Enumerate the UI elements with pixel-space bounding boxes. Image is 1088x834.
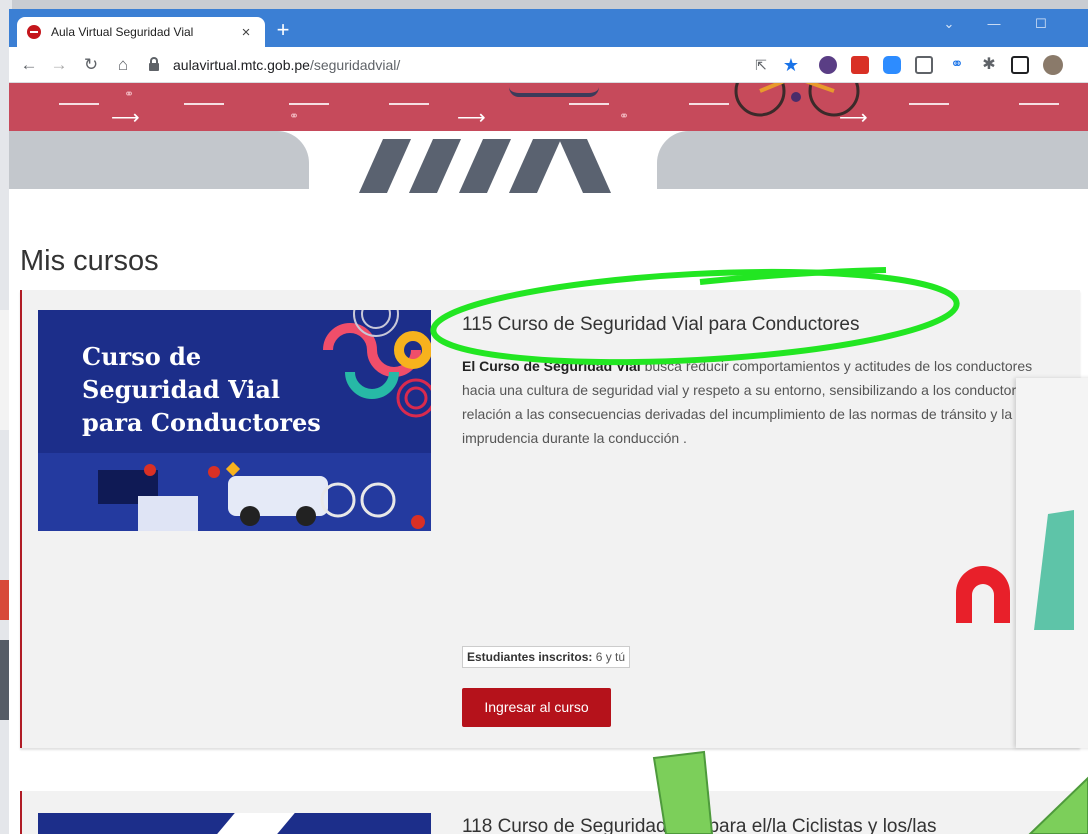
star-icon[interactable]: ★ <box>779 53 803 77</box>
cyclist-illustration <box>734 83 860 117</box>
address-bar[interactable]: aulavirtual.mtc.gob.pe/seguridadvial/ <box>149 51 749 79</box>
zoom-icon[interactable] <box>883 56 901 74</box>
sidebar-icon[interactable] <box>1011 56 1029 74</box>
enrolled-students-badge: Estudiantes inscritos: 6 y tú <box>462 646 631 668</box>
close-tab-icon[interactable]: × <box>237 24 255 41</box>
home-icon[interactable]: ⌂ <box>111 53 135 77</box>
extension-icon[interactable] <box>819 56 837 74</box>
profile-avatar[interactable] <box>1043 55 1063 75</box>
teal-shape-decoration <box>1034 510 1074 630</box>
course-title-link[interactable]: 115 Curso de Seguridad Vial para Conduct… <box>462 314 860 336</box>
enter-course-button[interactable]: Ingresar al curso <box>462 688 611 727</box>
bike-symbol-icon: ⚭ <box>289 109 300 123</box>
lane-dash <box>1019 103 1059 105</box>
tab-title: Aula Virtual Seguridad Vial <box>51 25 194 39</box>
thumbnail-title: Curso de Seguridad Vial para Conductores <box>82 340 321 439</box>
course-card: 118 Curso de Seguridad Vial para el/la C… <box>20 791 1080 834</box>
enrolled-label: Estudiantes inscritos: <box>467 650 593 664</box>
browser-toolbar: ← → ↻ ⌂ aulavirtual.mtc.gob.pe/seguridad… <box>9 47 1088 83</box>
lane-dash <box>289 103 329 105</box>
pdf-icon[interactable] <box>851 56 869 74</box>
screenshot: Aula Virtual Seguridad Vial × + ⌄ — ☐ ← … <box>0 0 1088 834</box>
tab-search-icon[interactable]: ⌄ <box>929 16 969 32</box>
forward-arrow-icon[interactable]: → <box>47 53 71 77</box>
puzzle-icon[interactable]: ✱ <box>977 53 1001 77</box>
tab-strip: Aula Virtual Seguridad Vial × + ⌄ — ☐ <box>9 9 1088 47</box>
lane-dash <box>389 103 429 105</box>
course-title-link[interactable]: 118 Curso de Seguridad Vial para el/la C… <box>462 816 937 834</box>
lane-dash <box>909 103 949 105</box>
site-favicon-icon <box>27 25 41 39</box>
thumbnail-title-line: para Conductores <box>82 408 321 437</box>
url-host: aulavirtual.mtc.gob.pe <box>173 57 310 73</box>
lane-arrow-icon: ⟶ <box>457 107 486 129</box>
new-tab-button[interactable]: + <box>271 19 295 43</box>
lane-arrow-icon: ⟶ <box>111 107 140 129</box>
car-illustration <box>509 83 599 97</box>
sidewalk <box>9 131 309 189</box>
maximize-icon[interactable]: ☐ <box>1021 16 1061 32</box>
lane-dash <box>59 103 99 105</box>
course-description: El Curso de Seguridad Vial busca reducir… <box>462 354 1062 450</box>
enrolled-value: 6 y tú <box>592 650 626 664</box>
course-thumbnail[interactable] <box>38 813 431 834</box>
thumbnail-title-line: Curso de <box>82 342 202 371</box>
road-banner-illustration: ⟶ ⟶ ⟶ ⚭ ⚭ ⚭ <box>9 83 1088 193</box>
course-card: Curso de Seguridad Vial para Conductores… <box>20 290 1080 748</box>
lane-dash <box>569 103 609 105</box>
course-thumbnail[interactable]: Curso de Seguridad Vial para Conductores <box>38 310 431 531</box>
link-icon[interactable]: ⚭ <box>945 53 969 77</box>
lock-icon <box>149 57 159 71</box>
bike-symbol-icon: ⚭ <box>619 109 630 123</box>
sidewalk <box>657 131 1088 189</box>
browser-tab[interactable]: Aula Virtual Seguridad Vial × <box>17 17 265 47</box>
my-courses-heading: Mis cursos <box>20 245 159 277</box>
minimize-icon[interactable]: — <box>974 16 1014 31</box>
share-icon[interactable]: ⇱ <box>749 53 773 77</box>
thumbnail-title-line: Seguridad Vial <box>82 375 281 404</box>
lane-dash <box>184 103 224 105</box>
back-arrow-icon[interactable]: ← <box>17 53 41 77</box>
course-description-bold: El Curso de Seguridad Vial <box>462 358 641 374</box>
browser-window: Aula Virtual Seguridad Vial × + ⌄ — ☐ ← … <box>9 9 1088 834</box>
reload-icon[interactable]: ↻ <box>79 53 103 77</box>
bike-symbol-icon: ⚭ <box>124 87 135 101</box>
url-path: /seguridadvial/ <box>309 57 401 73</box>
red-arch-logo <box>956 566 1010 623</box>
lane-dash <box>689 103 729 105</box>
screenshot-icon[interactable] <box>915 56 933 74</box>
